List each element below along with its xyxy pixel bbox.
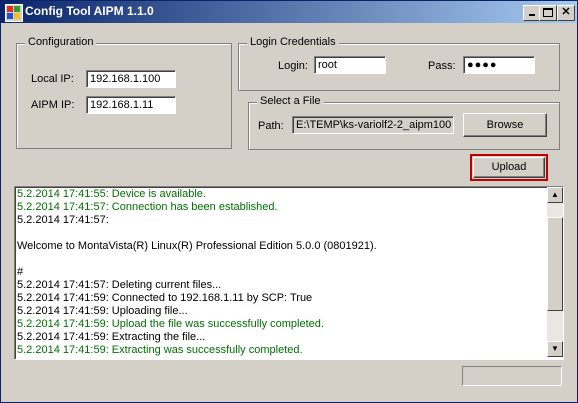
window-title: Config Tool AIPM 1.1.0 <box>25 4 154 18</box>
scroll-up-arrow-icon: ▲ <box>551 190 559 199</box>
browse-button[interactable]: Browse <box>463 113 547 137</box>
close-icon: ✕ <box>561 6 571 18</box>
log-line: 5.2.2014 17:41:57: <box>17 214 109 226</box>
login-label: Login: <box>278 60 308 72</box>
select-file-group-title: Select a File <box>257 95 324 107</box>
log-line: 5.2.2014 17:41:59: Extracting the file..… <box>17 331 206 343</box>
log-line: # <box>17 266 24 278</box>
log-line: 5.2.2014 17:41:59: Connected to 192.168.… <box>17 292 313 304</box>
login-credentials-group: Login Credentials Login: root Pass: ●●●● <box>238 36 560 91</box>
pass-label: Pass: <box>428 60 456 72</box>
log-line: 5.2.2014 17:41:57: Connection has been e… <box>17 201 278 213</box>
password-input[interactable]: ●●●● <box>463 56 535 74</box>
maximize-icon <box>543 8 553 17</box>
local-ip-input[interactable]: 192.168.1.100 <box>86 70 176 88</box>
close-button[interactable]: ✕ <box>557 5 575 21</box>
app-icon <box>5 4 23 22</box>
login-credentials-group-title: Login Credentials <box>247 36 339 48</box>
select-file-group: Select a File Path: E:\TEMP\ks-variolf2-… <box>248 95 560 150</box>
scroll-up-button[interactable]: ▲ <box>547 187 563 203</box>
log-line: Welcome to MontaVista(R) Linux(R) Profes… <box>17 240 377 252</box>
log-lines: 5.2.2014 17:41:55: Device is available. 5… <box>17 188 545 357</box>
log-line: 5.2.2014 17:41:59: Extracting was succes… <box>17 344 303 356</box>
log-line: 5.2.2014 17:41:57: Deleting current file… <box>17 279 222 291</box>
configuration-group: Configuration Local IP: 192.168.1.100 AI… <box>16 36 232 149</box>
log-line: 5.2.2014 17:41:59: Upload the file was s… <box>17 318 324 330</box>
title-bar[interactable]: Config Tool AIPM 1.1.0 ✕ <box>1 1 577 23</box>
maximize-button[interactable] <box>539 5 557 21</box>
configuration-group-title: Configuration <box>25 36 97 48</box>
progress-bar <box>462 366 562 386</box>
log-line: 5.2.2014 17:41:55: Device is available. <box>17 188 206 200</box>
upload-button[interactable]: Upload <box>473 157 545 178</box>
scroll-down-arrow-icon: ▼ <box>551 344 559 353</box>
log-line: 5.2.2014 17:41:59: Uploading file... <box>17 305 188 317</box>
aipm-ip-label: AIPM IP: <box>31 99 75 111</box>
scroll-thumb[interactable] <box>547 217 563 311</box>
log-output[interactable]: 5.2.2014 17:41:55: Device is available. 5… <box>14 186 564 360</box>
local-ip-label: Local IP: <box>31 73 74 85</box>
path-label: Path: <box>258 120 284 132</box>
minimize-icon <box>529 14 535 16</box>
config-tool-window: Config Tool AIPM 1.1.0 ✕ Configuration L… <box>0 0 578 403</box>
scroll-down-button[interactable]: ▼ <box>547 341 563 357</box>
path-input[interactable]: E:\TEMP\ks-variolf2-2_aipm100 <box>292 116 454 134</box>
log-scrollbar[interactable]: ▲ ▼ <box>547 187 563 357</box>
login-input[interactable]: root <box>314 56 386 74</box>
aipm-ip-input[interactable]: 192.168.1.11 <box>86 96 176 114</box>
